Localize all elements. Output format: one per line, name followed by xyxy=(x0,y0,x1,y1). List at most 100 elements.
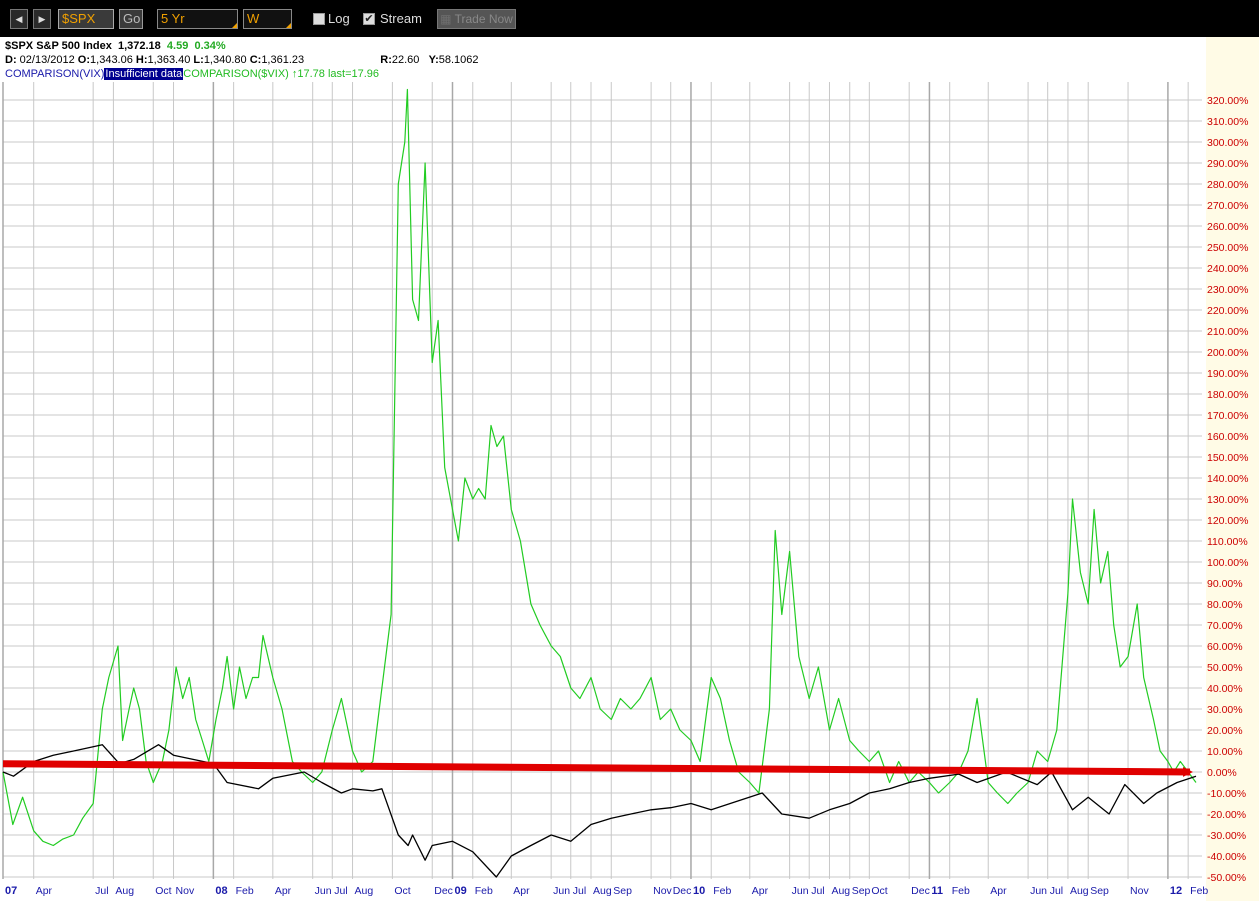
y-tick-label: 80.00% xyxy=(1207,599,1243,611)
y-tick-label: 220.00% xyxy=(1207,305,1248,317)
x-month-label: Feb xyxy=(1190,885,1208,897)
x-month-label: Aug xyxy=(115,885,134,897)
x-month-label: Feb xyxy=(713,885,731,897)
y-tick-label: 310.00% xyxy=(1207,116,1248,128)
forward-button[interactable]: ▶ xyxy=(33,9,51,29)
period-select[interactable]: W xyxy=(243,9,292,29)
log-checkbox[interactable] xyxy=(313,13,325,25)
y-tick-label: 270.00% xyxy=(1207,200,1248,212)
trade-icon: ▦ xyxy=(440,12,455,26)
x-month-label: Aug xyxy=(1070,885,1089,897)
title-row: $SPX S&P 500 Index 1,372.18 4.59 0.34% xyxy=(5,39,479,53)
y-tick-label: -10.00% xyxy=(1207,788,1246,800)
x-month-label: Feb xyxy=(236,885,254,897)
trade-now-label: Trade Now xyxy=(454,12,513,26)
symbol-input[interactable]: $SPX xyxy=(58,9,114,29)
go-button[interactable]: Go xyxy=(119,9,143,29)
x-year-label: 10 xyxy=(693,885,705,897)
y-tick-label: 60.00% xyxy=(1207,641,1243,653)
x-year-label: 12 xyxy=(1170,885,1182,897)
x-month-label: Apr xyxy=(275,885,292,897)
y-tick-label: 20.00% xyxy=(1207,725,1243,737)
x-month-label: Jun xyxy=(553,885,570,897)
x-month-label: Jul xyxy=(1050,885,1063,897)
y-tick-label: 320.00% xyxy=(1207,95,1248,107)
y-value: 58.1062 xyxy=(438,54,479,66)
x-month-label: Nov xyxy=(176,885,195,897)
x-month-label: Apr xyxy=(752,885,769,897)
y-tick-label: 150.00% xyxy=(1207,452,1248,464)
low-value: 1,340.80 xyxy=(203,54,247,66)
x-month-label: Apr xyxy=(36,885,53,897)
y-tick-label: 0.00% xyxy=(1207,767,1237,779)
date-value: 02/13/2012 xyxy=(19,54,75,66)
forward-icon: ▶ xyxy=(38,14,46,24)
y-tick-label: 240.00% xyxy=(1207,263,1248,275)
x-month-label: Aug xyxy=(355,885,374,897)
back-button[interactable]: ◀ xyxy=(10,9,28,29)
y-tick-label: 110.00% xyxy=(1207,536,1248,548)
vix-comparison-line xyxy=(2,88,1197,847)
x-month-label: Apr xyxy=(990,885,1007,897)
x-month-label: Jul xyxy=(573,885,586,897)
y-tick-label: 260.00% xyxy=(1207,221,1248,233)
index-name: S&P 500 Index xyxy=(36,40,112,52)
annotation-layer xyxy=(2,760,1193,777)
date-label: D: xyxy=(5,54,17,66)
y-tick-label: -30.00% xyxy=(1207,830,1246,842)
x-month-label: Jun xyxy=(1030,885,1047,897)
x-month-label: Nov xyxy=(1130,885,1149,897)
open-label: O: xyxy=(77,54,91,66)
y-tick-label: 180.00% xyxy=(1207,389,1248,401)
last-price: 1,372.18 xyxy=(117,40,161,52)
chart-canvas[interactable]: 320.00% 310.00% 300.00% 290.00% 280.00% 270.0… xyxy=(0,37,1259,901)
insufficient-data-badge: Insufficient data xyxy=(104,68,184,80)
x-month-label: Oct xyxy=(871,885,887,897)
red-trend-arrow xyxy=(2,760,1193,777)
symbol-text: $SPX xyxy=(5,40,34,52)
low-label: L: xyxy=(193,54,204,66)
log-label: Log xyxy=(328,11,350,26)
price-change: 4.59 xyxy=(166,40,189,52)
x-month-label: Feb xyxy=(475,885,493,897)
x-month-label: Jun xyxy=(315,885,332,897)
r-value: 22.60 xyxy=(391,54,420,66)
x-month-label: Aug xyxy=(831,885,850,897)
x-year-label: 11 xyxy=(931,885,943,897)
comparison-svix-label: COMPARISON($VIX) ↑17.78 last=17.96 xyxy=(183,68,380,80)
range-value: 5 Yr xyxy=(161,11,185,26)
checkmark-icon: ✔ xyxy=(364,13,374,25)
close-label: C: xyxy=(249,54,262,66)
x-month-label: Jul xyxy=(95,885,108,897)
x-month-label: Jun xyxy=(792,885,809,897)
x-month-label: Oct xyxy=(394,885,410,897)
y-tick-label: 290.00% xyxy=(1207,158,1248,170)
stream-checkbox[interactable]: ✔ xyxy=(363,13,375,25)
y-tick-label: -20.00% xyxy=(1207,809,1246,821)
y-tick-label: 130.00% xyxy=(1207,494,1248,506)
x-month-label: Dec xyxy=(911,885,930,897)
back-icon: ◀ xyxy=(15,14,23,24)
y-tick-label: 230.00% xyxy=(1207,284,1248,296)
y-tick-label: 120.00% xyxy=(1207,515,1248,527)
y-tick-label: 300.00% xyxy=(1207,137,1248,149)
x-month-label: Feb xyxy=(952,885,970,897)
dropdown-corner-icon xyxy=(232,23,237,28)
series-layer xyxy=(2,88,1197,878)
y-tick-label: 160.00% xyxy=(1207,431,1248,443)
x-year-label: 07 xyxy=(5,885,17,897)
y-tick-label: 90.00% xyxy=(1207,578,1243,590)
grid xyxy=(2,82,1202,879)
open-value: 1,343.06 xyxy=(90,54,133,66)
trade-now-button[interactable]: ▦ Trade Now xyxy=(437,9,516,29)
chart-area[interactable]: 320.00% 310.00% 300.00% 290.00% 280.00% 270.0… xyxy=(0,37,1259,901)
close-value: 1,361.23 xyxy=(261,54,305,66)
x-month-label: Dec xyxy=(673,885,692,897)
stream-label: Stream xyxy=(380,11,422,26)
x-month-label: Apr xyxy=(513,885,530,897)
x-month-label: Jul xyxy=(334,885,347,897)
period-value: W xyxy=(247,11,260,26)
x-year-label: 08 xyxy=(215,885,227,897)
y-tick-label: 170.00% xyxy=(1207,410,1248,422)
range-select[interactable]: 5 Yr xyxy=(157,9,238,29)
